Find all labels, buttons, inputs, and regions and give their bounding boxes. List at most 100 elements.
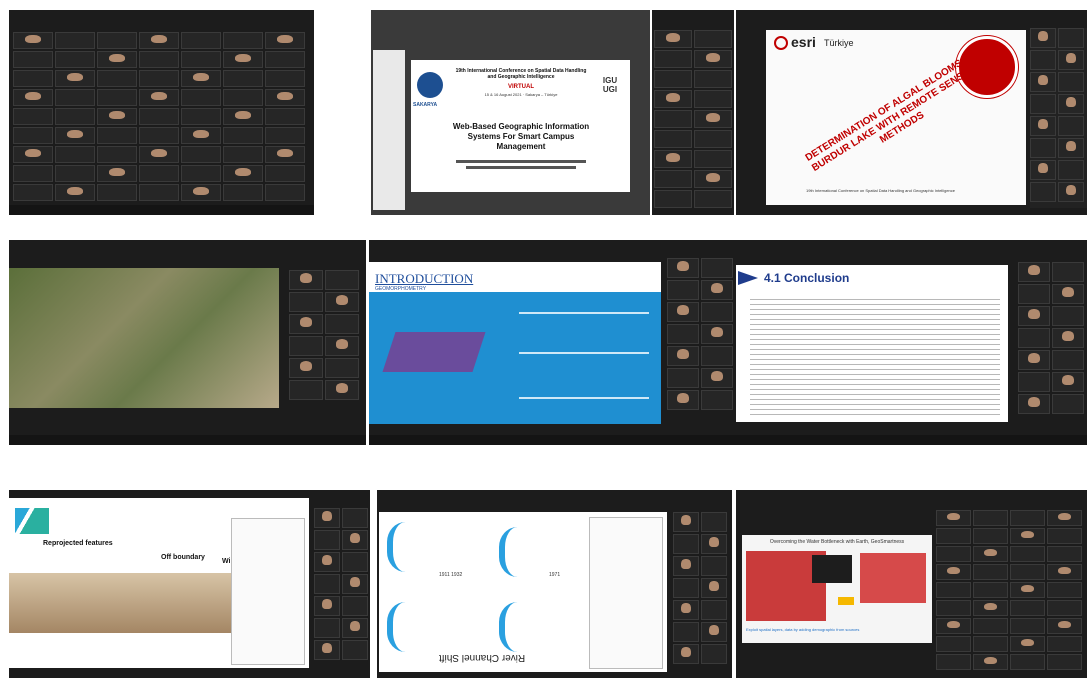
participant-tile[interactable] (667, 368, 699, 388)
participant-tile[interactable] (97, 89, 137, 106)
participant-tile[interactable] (973, 528, 1008, 544)
participant-tile[interactable] (223, 127, 263, 144)
participant-tile[interactable] (701, 622, 727, 642)
participant-tile[interactable] (265, 32, 305, 49)
participant-tile[interactable] (936, 636, 971, 652)
participant-tile[interactable] (181, 51, 221, 68)
chat-panel[interactable] (589, 517, 663, 669)
participant-tile[interactable] (342, 640, 368, 660)
participant-tile[interactable] (1018, 328, 1050, 348)
participant-tile[interactable] (139, 184, 179, 201)
participant-tile[interactable] (181, 32, 221, 49)
participant-tile[interactable] (1052, 306, 1084, 326)
participant-tile[interactable] (55, 32, 95, 49)
participants-panel[interactable] (314, 10, 369, 215)
participant-tile[interactable] (667, 390, 699, 410)
participant-tile[interactable] (289, 380, 323, 400)
participant-tile[interactable] (265, 108, 305, 125)
participant-tile[interactable] (694, 90, 732, 108)
participant-tile[interactable] (325, 314, 359, 334)
participant-tile[interactable] (1030, 50, 1056, 70)
participant-tile[interactable] (654, 70, 692, 88)
participant-tile[interactable] (1058, 50, 1084, 70)
participant-tile[interactable] (97, 146, 137, 163)
participant-tile[interactable] (97, 165, 137, 182)
participant-tile[interactable] (694, 150, 732, 168)
participant-tile[interactable] (265, 127, 305, 144)
participant-tile[interactable] (973, 618, 1008, 634)
participant-tile[interactable] (139, 51, 179, 68)
participant-tile[interactable] (701, 390, 733, 410)
participant-tile[interactable] (289, 270, 323, 290)
participant-tile[interactable] (325, 380, 359, 400)
participant-tile[interactable] (1052, 262, 1084, 282)
participant-tile[interactable] (701, 578, 727, 598)
participant-tile[interactable] (289, 358, 323, 378)
participant-tile[interactable] (1047, 564, 1082, 580)
participant-tile[interactable] (223, 146, 263, 163)
participant-tile[interactable] (701, 534, 727, 554)
participant-tile[interactable] (314, 574, 340, 594)
participant-tile[interactable] (342, 618, 368, 638)
participant-tile[interactable] (1010, 546, 1045, 562)
participant-tile[interactable] (654, 150, 692, 168)
participant-tile[interactable] (1030, 94, 1056, 114)
participant-tile[interactable] (1047, 582, 1082, 598)
participant-tile[interactable] (1018, 284, 1050, 304)
participant-tile[interactable] (936, 654, 971, 670)
participant-tile[interactable] (265, 184, 305, 201)
participant-tile[interactable] (1010, 510, 1045, 526)
participant-tile[interactable] (342, 596, 368, 616)
participant-tile[interactable] (667, 324, 699, 344)
participant-tile[interactable] (181, 108, 221, 125)
participant-tile[interactable] (265, 165, 305, 182)
participant-tile[interactable] (1058, 94, 1084, 114)
participant-tile[interactable] (97, 127, 137, 144)
participant-tile[interactable] (265, 51, 305, 68)
participant-tile[interactable] (139, 70, 179, 87)
meeting-toolbar[interactable] (369, 435, 736, 445)
participant-tile[interactable] (701, 280, 733, 300)
participant-tile[interactable] (694, 110, 732, 128)
meeting-toolbar[interactable] (736, 435, 1087, 445)
participant-tile[interactable] (314, 640, 340, 660)
participant-tile[interactable] (314, 552, 340, 572)
participant-tile[interactable] (55, 146, 95, 163)
participant-tile[interactable] (97, 51, 137, 68)
participant-tile[interactable] (289, 292, 323, 312)
participant-tile[interactable] (1052, 284, 1084, 304)
participant-tile[interactable] (701, 258, 733, 278)
participant-tile[interactable] (223, 89, 263, 106)
participant-tile[interactable] (13, 32, 53, 49)
participant-tile[interactable] (667, 258, 699, 278)
participant-tile[interactable] (1052, 328, 1084, 348)
participant-tile[interactable] (181, 165, 221, 182)
participant-tile[interactable] (325, 292, 359, 312)
participant-tile[interactable] (973, 582, 1008, 598)
participant-tile[interactable] (97, 70, 137, 87)
participant-tile[interactable] (1058, 160, 1084, 180)
participant-tile[interactable] (97, 184, 137, 201)
participant-tile[interactable] (342, 552, 368, 572)
participant-tile[interactable] (139, 108, 179, 125)
participant-tile[interactable] (1058, 138, 1084, 158)
participant-tile[interactable] (223, 165, 263, 182)
participant-tile[interactable] (1010, 618, 1045, 634)
participant-tile[interactable] (13, 146, 53, 163)
participant-tile[interactable] (139, 146, 179, 163)
participant-tile[interactable] (694, 50, 732, 68)
participant-tile[interactable] (1018, 306, 1050, 326)
participant-tile[interactable] (701, 600, 727, 620)
participant-tile[interactable] (673, 512, 699, 532)
participant-tile[interactable] (973, 564, 1008, 580)
participant-tile[interactable] (1047, 546, 1082, 562)
participant-tile[interactable] (654, 50, 692, 68)
participant-tile[interactable] (223, 184, 263, 201)
participant-tile[interactable] (654, 110, 692, 128)
participant-tile[interactable] (139, 127, 179, 144)
participant-tile[interactable] (701, 302, 733, 322)
participant-tile[interactable] (139, 165, 179, 182)
participant-tile[interactable] (1058, 116, 1084, 136)
participant-tile[interactable] (654, 190, 692, 208)
participant-tile[interactable] (314, 596, 340, 616)
